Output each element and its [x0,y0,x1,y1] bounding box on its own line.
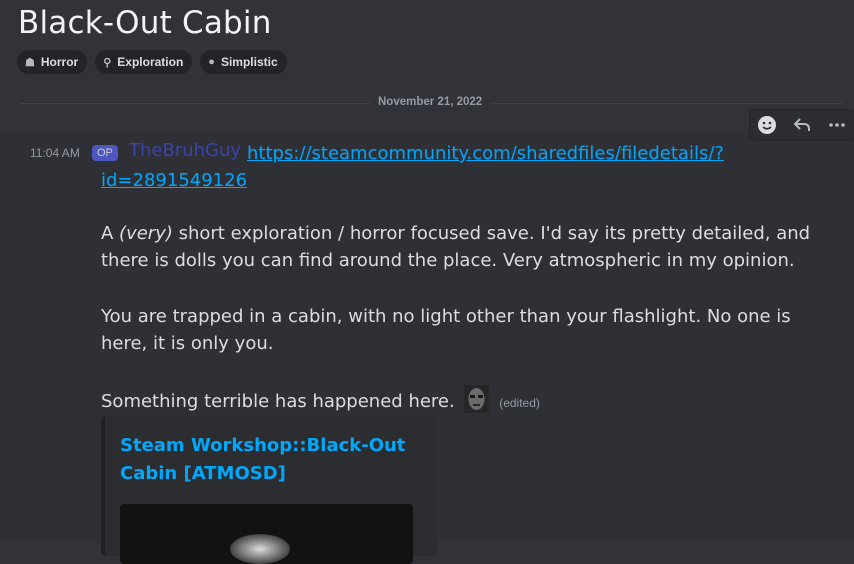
add-reaction-icon[interactable] [755,113,779,137]
thread-title: Black-Out Cabin [18,5,272,41]
link-embed: Steam Workshop::Black-Out Cabin [ATMOSD] [101,416,437,564]
reply-icon[interactable] [790,113,814,137]
date-divider: November 21, 2022 [370,96,491,108]
workshop-link[interactable]: https://steamcommunity.com/sharedfiles/f… [101,140,767,194]
op-badge: OP [92,145,118,161]
emphasis-text: (very) [119,223,173,244]
message-paragraph-1: A (very) short exploration / horror focu… [101,220,821,274]
tag-exploration[interactable]: ⚲ Exploration [95,50,193,74]
tag-label: Horror [40,55,79,69]
edited-label: (edited) [499,396,540,410]
message-timestamp[interactable]: 11:04 AM [30,146,80,160]
message-paragraph-2: You are trapped in a cabin, with no ligh… [101,306,791,354]
flashlight-glow [230,534,290,564]
penguin-icon: ● [208,56,215,68]
embed-image[interactable] [120,504,413,564]
link-line-2[interactable]: id=2891549126 [101,167,767,194]
message-actions [750,110,854,140]
walking-icon: ⚲ [103,56,112,69]
embed-title[interactable]: Steam Workshop::Black-Out Cabin [ATMOSD] [120,432,420,488]
tag-horror[interactable]: ☗ Horror [17,50,88,74]
tag-label: Simplistic [220,55,278,69]
author-name[interactable]: TheBruhGuy [129,140,241,161]
text: Something terrible has happened here. [101,391,455,412]
link-line-1[interactable]: https://steamcommunity.com/sharedfiles/f… [247,143,724,164]
tag-label: Exploration [117,55,184,69]
tag-simplistic[interactable]: ● Simplistic [200,50,287,74]
tag-list: ☗ Horror ⚲ Exploration ● Simplistic [17,50,287,74]
custom-emoji-face-icon[interactable] [464,385,490,413]
message-paragraph-3: Something terrible has happened here. (e… [101,385,821,417]
mask-icon: ☗ [25,56,35,69]
more-icon[interactable] [825,113,849,137]
text: short exploration / horror focused save.… [101,223,811,271]
text: A [101,223,120,244]
